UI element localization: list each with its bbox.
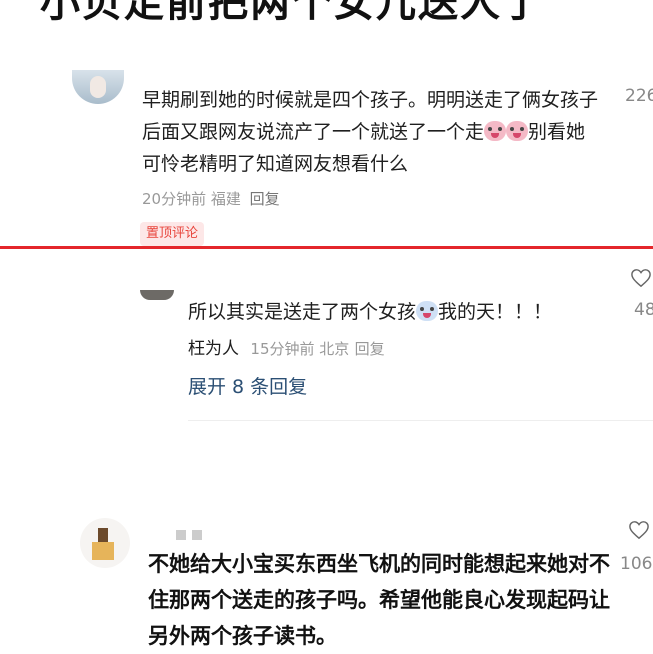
- like-count: 226: [625, 86, 653, 106]
- comment-text: 不她给大小宝买东西坐飞机的同时能想起来她对不住那两个送走的孩子吗。希望他能良心发…: [148, 552, 610, 648]
- like-count: 48: [634, 300, 653, 320]
- expand-replies-button[interactable]: 展开 8 条回复: [188, 372, 307, 399]
- avatar[interactable]: [72, 70, 124, 104]
- divider-line: [0, 246, 653, 249]
- comment-meta: 20分钟前 福建 回复: [142, 188, 280, 209]
- heart-icon[interactable]: [628, 520, 650, 540]
- comment-text-part: 我的天！！！: [438, 301, 553, 323]
- shocked-face-icon: [416, 301, 439, 321]
- avatar[interactable]: [140, 290, 174, 300]
- reply-button[interactable]: 回复: [355, 340, 385, 358]
- divider-line: [188, 420, 653, 421]
- comment-text-part: 所以其实是送走了两个女孩: [188, 301, 417, 323]
- crying-face-icon: [506, 121, 529, 141]
- crying-face-icon: [484, 121, 507, 141]
- page-title: 小贝走前把两个女儿送人了: [40, 0, 544, 26]
- comment-meta: 枉为人 15分钟前 北京 回复: [188, 334, 385, 359]
- pinned-badge: 置顶评论: [140, 222, 205, 246]
- author-name[interactable]: 枉为人: [188, 339, 239, 359]
- avatar[interactable]: [80, 518, 130, 568]
- username-placeholder: [176, 525, 208, 544]
- comment-text: 早期刷到她的时候就是四个孩子。明明送走了俩女孩子后面又跟网友说流产了一个就送了一…: [142, 84, 602, 180]
- comment-text: 所以其实是送走了两个女孩 我的天！！！: [188, 296, 608, 328]
- heart-icon[interactable]: [630, 268, 652, 288]
- like-count: 106: [620, 554, 653, 574]
- comment-time-location: 20分钟前 福建: [142, 190, 241, 208]
- reply-button[interactable]: 回复: [250, 190, 280, 208]
- comment-time-location: 15分钟前 北京: [250, 340, 350, 358]
